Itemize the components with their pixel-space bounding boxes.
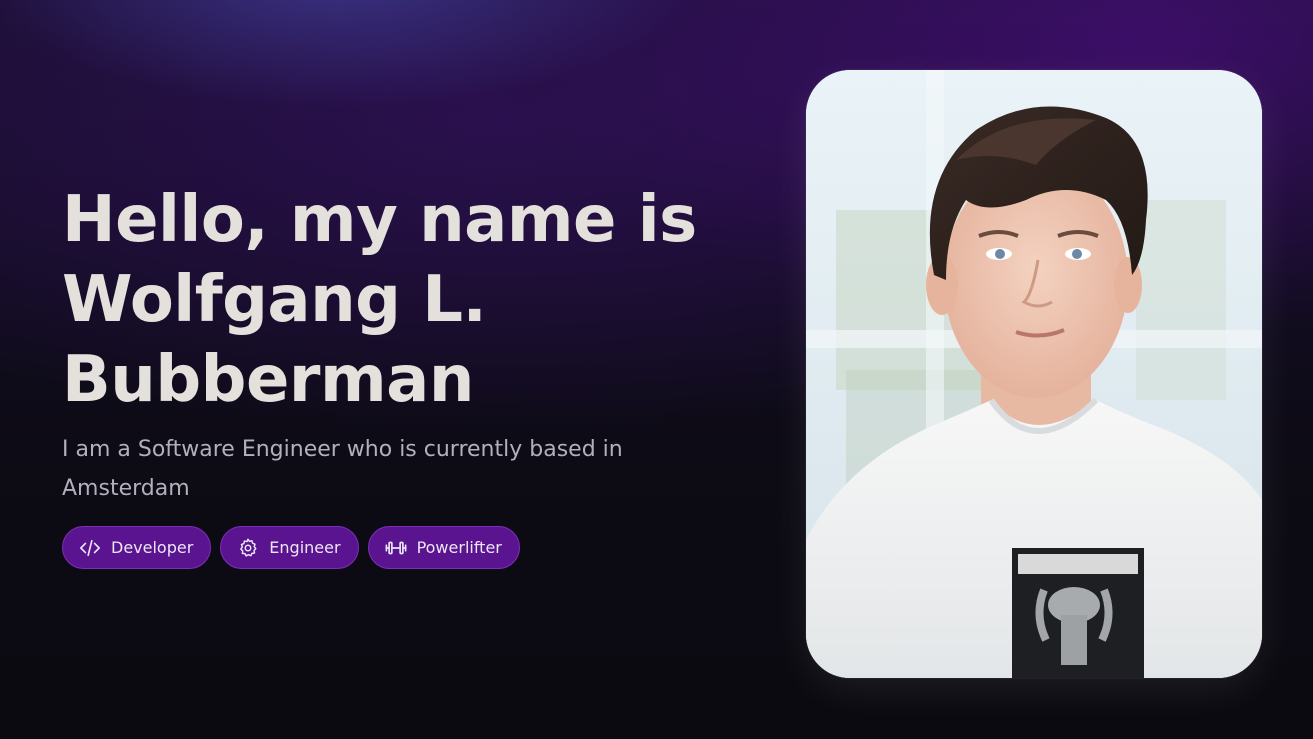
tag-developer[interactable]: Developer (62, 526, 212, 569)
tag-label: Powerlifter (416, 538, 502, 557)
page-title: Hello, my name is Wolfgang L. Bubberman (62, 180, 702, 420)
headline-line-1: Hello, my name is (62, 183, 697, 257)
intro: Hello, my name is Wolfgang L. Bubberman … (62, 180, 702, 508)
tag-list: Developer Engineer Powerlifter (62, 526, 520, 569)
intro-subtitle: I am a Software Engineer who is currentl… (62, 437, 623, 501)
hero-section: Hello, my name is Wolfgang L. Bubberman … (0, 0, 1313, 739)
headline-line-3: Bubberman (62, 343, 474, 417)
code-icon (79, 537, 101, 559)
headline-line-2: Wolfgang L. (62, 263, 487, 337)
profile-photo (806, 70, 1262, 678)
tag-label: Developer (111, 538, 194, 557)
dumbbell-icon (385, 537, 407, 559)
tag-label: Engineer (269, 538, 341, 557)
tag-powerlifter[interactable]: Powerlifter (367, 526, 520, 569)
tag-engineer[interactable]: Engineer (220, 526, 359, 569)
gear-icon (237, 537, 259, 559)
